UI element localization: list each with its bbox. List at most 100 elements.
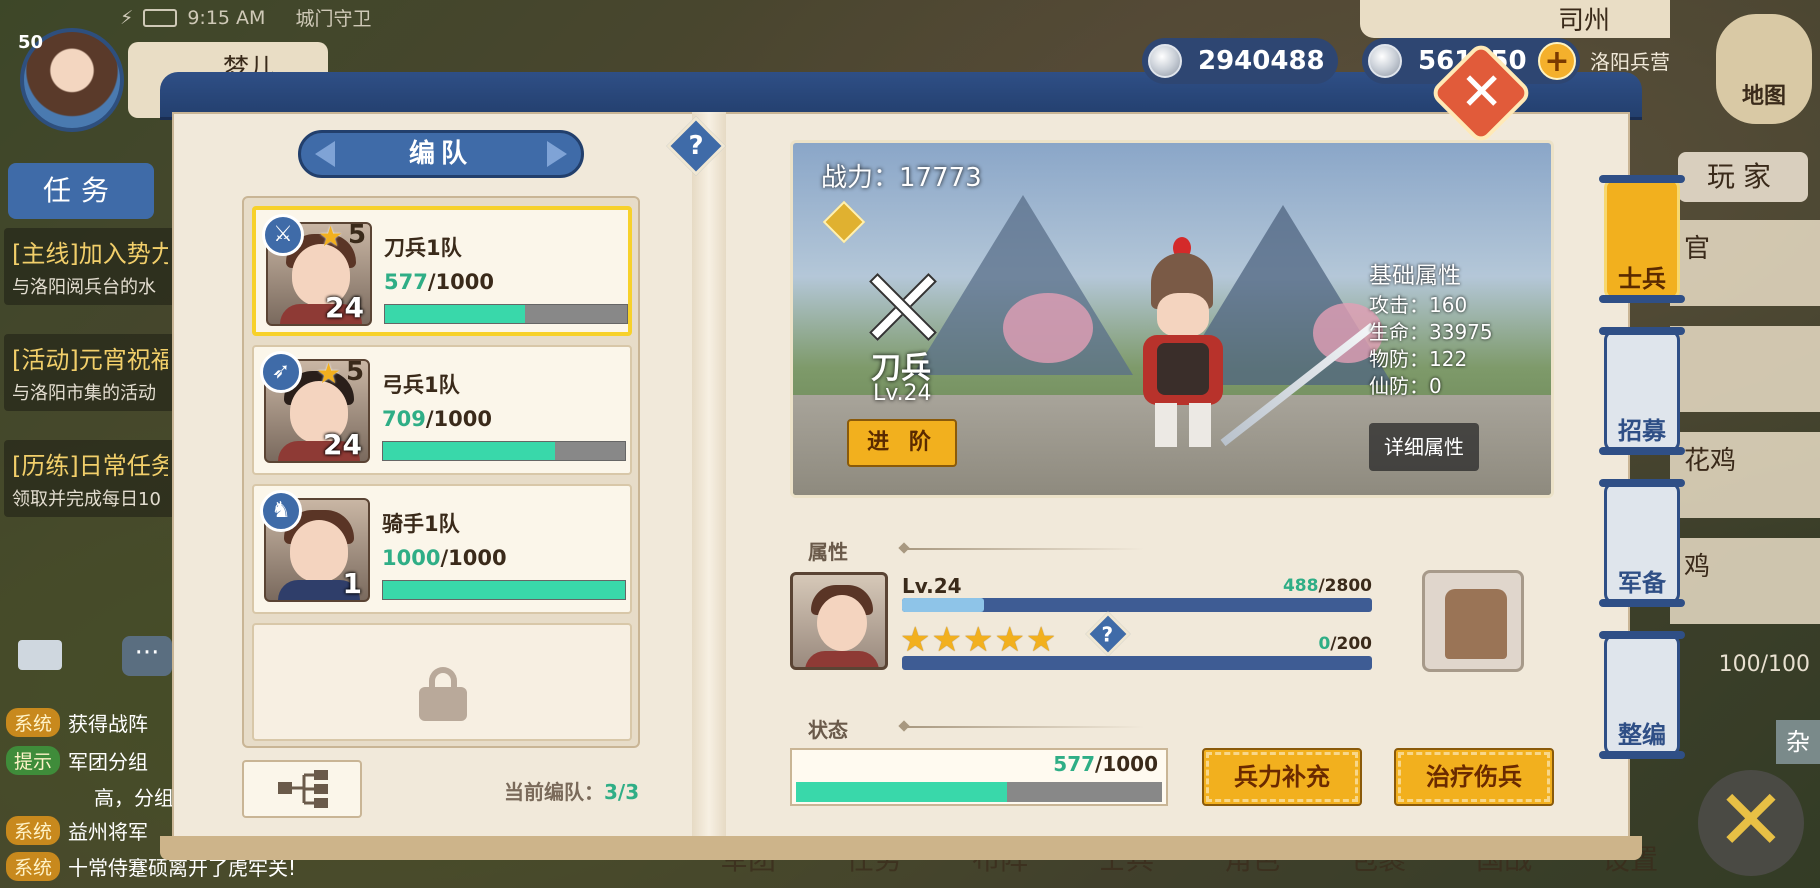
squad-level: 24 [323,428,362,461]
bow-class-icon: ➶ [260,351,302,393]
locked-squad-slot[interactable] [252,623,632,741]
close-menu-button[interactable]: ✕ [1698,770,1804,876]
signal-icon: ⚡ [120,6,134,29]
attr-hp: 生命：33975 [1369,320,1493,344]
question-icon: ? [1101,622,1114,647]
star-icon: ★ [318,220,344,253]
squad-hp-bar [382,580,626,600]
quest-item[interactable]: [历练]日常任务 领取并完成每日10 [4,440,176,517]
squad-hp-bar [384,304,628,324]
armor-slot[interactable] [1422,570,1524,672]
unit-portrait[interactable] [790,572,888,670]
squad-star-count: 5 [346,357,365,387]
current-formation: 当前编队：3/3 [504,780,640,804]
right-list-item[interactable]: 花鸡 [1670,432,1820,518]
attr-header: 基础属性 [1369,263,1461,289]
tab-equipment[interactable]: 军备 [1599,479,1685,607]
troop-count: 100/100 [1718,652,1810,677]
armor-icon [1445,589,1507,659]
replenish-troops-button[interactable]: 兵力补充 [1202,748,1362,806]
add-currency-button[interactable]: + [1538,42,1576,80]
unit-level: Lv.24 [902,574,962,598]
squad-hp: 1000/1000 [382,546,507,570]
lock-icon [419,667,467,721]
quest-item[interactable]: [活动]元宵祝福 与洛阳市集的活动 [4,334,176,411]
location-label: 城门守卫 [295,8,372,30]
unit-hp-text: 577/1000 [1053,752,1158,776]
squad-list: 24 ⚔ ★ 5 刀兵1队 577/1000 24 ➶ ★ 5 弓兵1队 709… [242,196,640,748]
formation-tree-button[interactable] [242,760,362,818]
chat-tag: 系统 [6,708,61,737]
squad-card[interactable]: 24 ➶ ★ 5 弓兵1队 709/1000 [252,345,632,475]
region-label: 司州 [1360,0,1670,38]
section-label-attributes: 属性 [808,540,848,564]
arrow-right-icon[interactable] [547,141,567,167]
quest-desc: 领取并完成每日10 [12,489,161,510]
player-tab[interactable]: 玩家 [1678,152,1808,202]
quest-item[interactable]: [主线]加入势力 与洛阳阅兵台的水 [4,228,176,305]
close-icon: ✕ [1459,62,1504,123]
squad-card[interactable]: 24 ⚔ ★ 5 刀兵1队 577/1000 [252,206,632,336]
misc-tab[interactable]: 杂 [1776,720,1820,764]
squad-hp-bar [382,441,626,461]
attr-magic-def: 仙防：0 [1369,374,1442,398]
chat-text: 益州将军 [68,820,149,844]
tab-soldiers[interactable]: 士兵 [1599,175,1685,303]
battery-icon [143,8,178,27]
attr-phys-def: 物防：122 [1369,347,1468,371]
chat-line: 高，分组 [6,782,176,811]
chat-text: 军团分组 [68,750,149,774]
book-spine [692,112,726,840]
squad-level: 24 [325,291,364,324]
squad-name: 骑手1队 [382,512,460,536]
exp-bar [902,598,1372,612]
jade-coin-icon [1368,44,1402,78]
sword-class-icon: ⚔ [262,214,304,256]
rank-gem-icon[interactable] [822,200,866,244]
chat-tag: 系统 [6,816,61,845]
base-attributes: 基础属性 攻击：160 生命：33975 物防：122 仙防：0 [1369,263,1493,400]
map-button[interactable]: 地图 [1716,14,1812,124]
squad-star-count: 5 [348,220,367,250]
arrow-left-icon[interactable] [315,141,335,167]
quest-desc: 与洛阳阅兵台的水 [12,277,156,298]
crossed-swords-icon [865,269,941,345]
advance-button[interactable]: 进 阶 [847,419,957,467]
heal-wounded-button[interactable]: 治疗伤兵 [1394,748,1554,806]
right-list-item[interactable]: 官 [1670,220,1820,306]
section-divider [904,726,1144,728]
star-progress-value: 0/200 [1318,634,1372,654]
formation-title-text: 编队 [408,139,473,169]
horse-class-icon: ♞ [260,490,302,532]
tab-reorganize[interactable]: 整编 [1599,631,1685,759]
region-sublabel: 洛阳兵营 [1590,50,1670,74]
squad-name: 弓兵1队 [382,373,460,397]
unit-hp-state: 577/1000 [790,748,1168,806]
silver-amount: 2940488 [1198,46,1325,76]
chat-tag: 系统 [6,852,61,881]
detail-attributes-button[interactable]: 详细属性 [1369,423,1479,471]
dialog-footer-bar [160,836,1642,860]
quest-title: [历练]日常任务 [12,452,168,480]
quest-title: [主线]加入势力 [12,240,168,268]
mail-icon[interactable] [18,640,62,670]
formation-title: 编队 [298,130,584,178]
exp-value: 488/2800 [1282,576,1372,596]
attr-attack: 攻击：160 [1369,293,1468,317]
task-tab[interactable]: 任务 [8,163,154,219]
status-bar: ⚡ 9:15 AM 城门守卫 [120,4,371,31]
quest-title: [活动]元宵祝福 [12,346,168,374]
right-list-item[interactable] [1670,326,1820,412]
star-rating: ★★★★★ [900,620,1058,660]
squad-hp: 577/1000 [384,270,494,294]
clock: 9:15 AM [187,6,266,29]
tab-recruit[interactable]: 招募 [1599,327,1685,455]
unit-class-level: Lv.24 [873,381,932,406]
soldier-figure [1123,237,1376,453]
section-label-state: 状态 [808,718,848,742]
right-list-item[interactable]: 鸡 [1670,538,1820,624]
chat-text: 获得战阵 [68,712,149,736]
squad-card[interactable]: 1 ♞ 骑手1队 1000/1000 [252,484,632,614]
star-icon: ★ [316,357,342,390]
chat-line: 提示 军团分组 [6,746,176,775]
